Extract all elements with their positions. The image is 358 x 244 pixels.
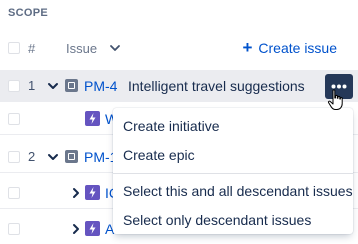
plus-icon: + <box>242 38 253 57</box>
create-issue-label: Create issue <box>258 40 337 56</box>
menu-item-select-all-descendants[interactable]: Select this and all descendant issues <box>113 177 353 206</box>
row-checkbox[interactable] <box>8 113 20 125</box>
select-all-checkbox[interactable] <box>8 42 20 54</box>
initiative-icon <box>65 79 78 92</box>
number-column-header: # <box>28 41 36 56</box>
table-row[interactable]: 1 PM-4 Intelligent travel suggestions <box>0 70 358 102</box>
menu-divider <box>113 173 353 174</box>
issue-key-link[interactable]: PM-4 <box>84 78 117 94</box>
row-number: 2 <box>28 149 36 164</box>
issue-column-header[interactable]: Issue <box>66 41 97 56</box>
menu-item-create-epic[interactable]: Create epic <box>113 141 353 170</box>
issue-summary: Intelligent travel suggestions <box>128 78 305 94</box>
chevron-down-icon[interactable] <box>47 151 59 163</box>
context-menu: Create initiative Create epic Select thi… <box>113 108 353 234</box>
chevron-down-icon[interactable] <box>47 80 59 92</box>
epic-icon <box>85 185 100 200</box>
menu-item-create-initiative[interactable]: Create initiative <box>113 112 353 141</box>
row-checkbox[interactable] <box>8 187 20 199</box>
menu-item-select-only-descendants[interactable]: Select only descendant issues <box>113 206 353 235</box>
epic-icon <box>85 221 100 236</box>
lightning-bolt-icon <box>89 187 96 198</box>
chevron-right-icon[interactable] <box>70 223 82 235</box>
epic-icon <box>85 111 100 126</box>
initiative-icon <box>65 150 78 163</box>
lightning-bolt-icon <box>89 113 96 124</box>
row-number: 1 <box>28 78 36 93</box>
scope-section-title: SCOPE <box>8 7 49 19</box>
chevron-right-icon[interactable] <box>70 187 82 199</box>
lightning-bolt-icon <box>89 223 96 234</box>
row-checkbox[interactable] <box>8 223 20 235</box>
row-checkbox[interactable] <box>8 80 20 92</box>
hand-cursor-icon <box>327 89 343 110</box>
table-header: # Issue + Create issue <box>0 32 358 66</box>
plan-scope-panel: SCOPE # Issue + Create issue 1 PM-4 Inte… <box>0 0 358 244</box>
create-issue-button[interactable]: + Create issue <box>242 38 337 57</box>
chevron-down-icon[interactable] <box>109 42 121 54</box>
row-checkbox[interactable] <box>8 151 20 163</box>
